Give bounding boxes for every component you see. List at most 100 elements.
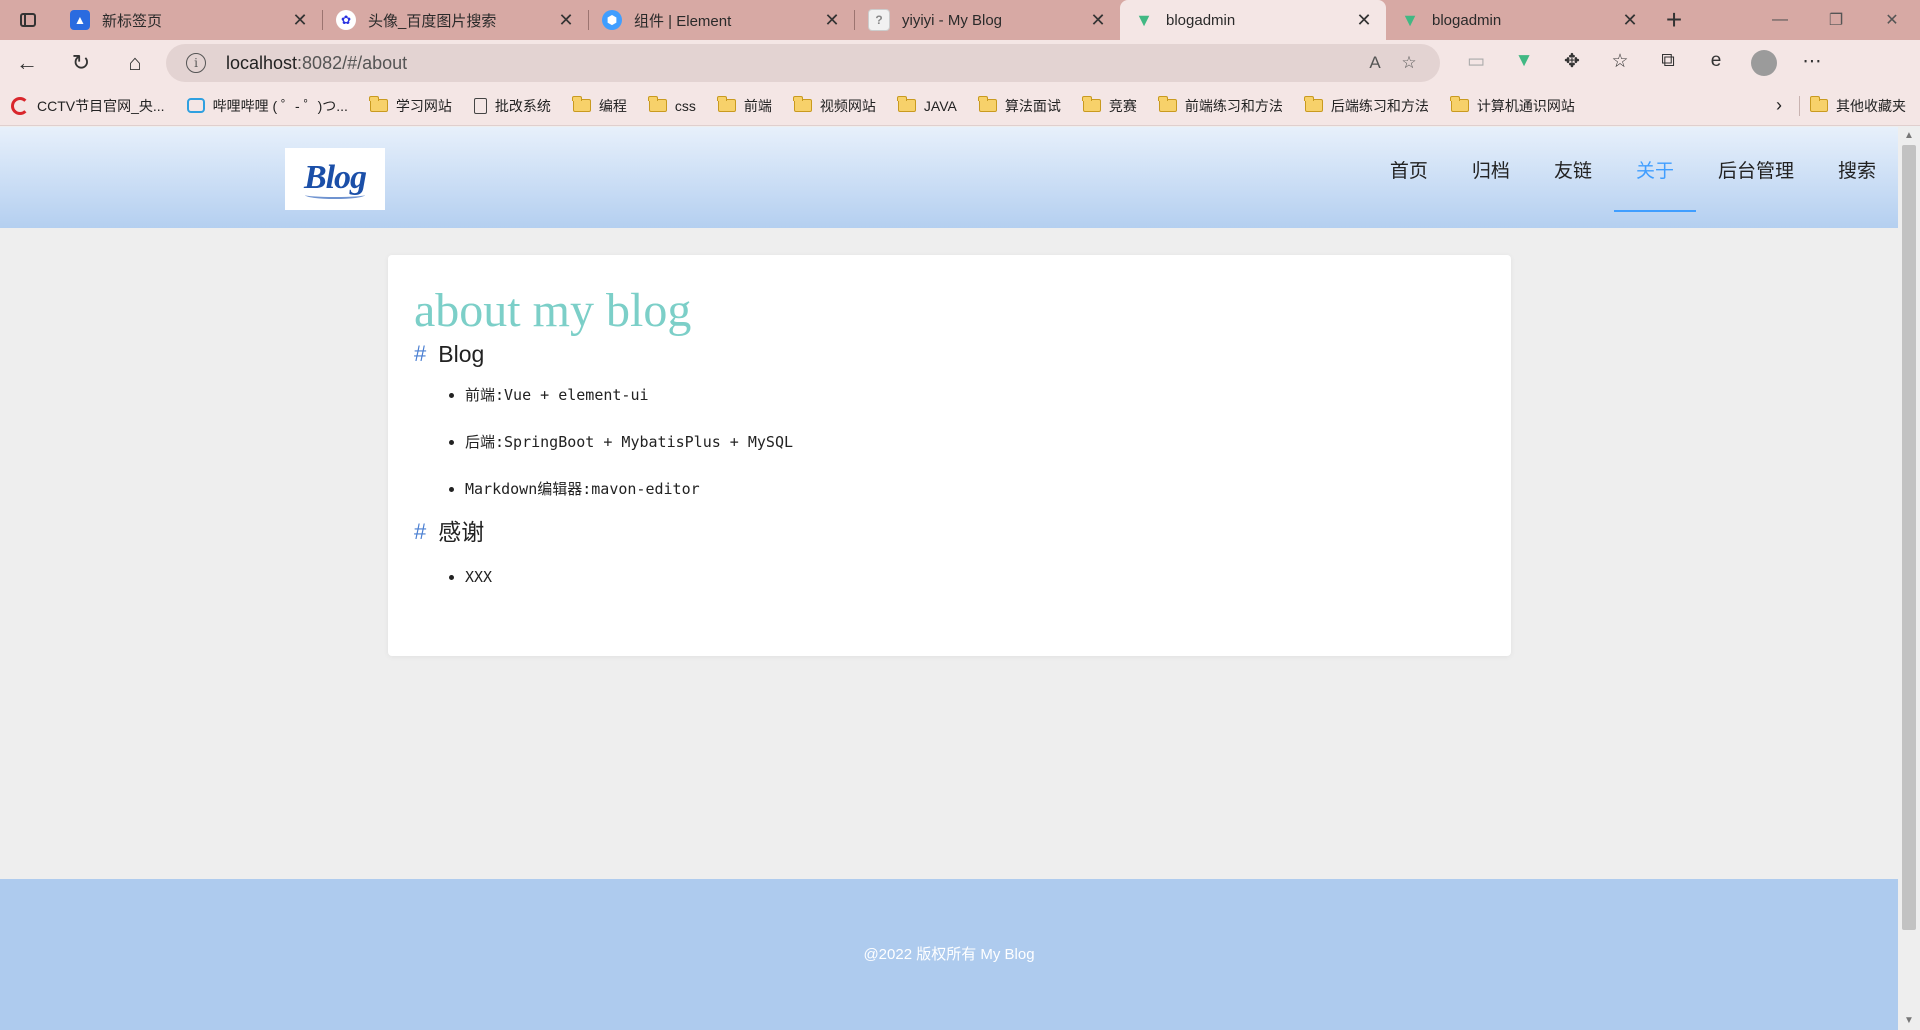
bookmark-folder[interactable]: 算法面试 bbox=[968, 96, 1072, 116]
nav-item-about[interactable]: 关于 bbox=[1613, 119, 1696, 220]
bookmark-item[interactable]: CCTV节目官网_央... bbox=[0, 96, 176, 116]
back-icon[interactable]: ← bbox=[0, 40, 54, 86]
folder-icon bbox=[793, 96, 812, 112]
bookmark-folder[interactable]: 前端练习和方法 bbox=[1148, 96, 1294, 116]
site-nav: 首页 归档 友链 关于 后台管理 搜索 bbox=[1368, 127, 1898, 228]
bookmark-label: css bbox=[674, 97, 696, 114]
read-aloud-icon[interactable]: A bbox=[1358, 53, 1392, 73]
folder-icon bbox=[1809, 96, 1828, 112]
about-card: about my blog # Blog 前端:Vue + element-ui … bbox=[388, 255, 1511, 656]
bookmark-label: JAVA bbox=[923, 97, 957, 114]
list-item: XXX bbox=[465, 567, 1485, 587]
more-icon[interactable]: ⋯ bbox=[1788, 50, 1836, 76]
url-text[interactable]: localhost:8082/#/about bbox=[226, 53, 1358, 74]
close-icon[interactable]: ✕ bbox=[1354, 10, 1374, 31]
bookmark-folder[interactable]: 视频网站 bbox=[783, 96, 887, 116]
page-icon bbox=[473, 97, 487, 114]
url-path: :8082/#/about bbox=[297, 52, 408, 73]
bookmark-label: 计算机通识网站 bbox=[1476, 97, 1575, 114]
bookmark-folder[interactable]: JAVA bbox=[887, 96, 968, 114]
close-icon[interactable]: ✕ bbox=[1088, 10, 1108, 31]
bookmark-folder[interactable]: css bbox=[638, 96, 707, 114]
site-header: Blog 首页 归档 友链 关于 后台管理 搜索 bbox=[0, 127, 1898, 228]
folder-icon bbox=[648, 96, 667, 112]
nav-item-links[interactable]: 友链 bbox=[1532, 119, 1614, 220]
tab[interactable]: ? yiyiyi - My Blog ✕ bbox=[854, 0, 1120, 40]
refresh-icon[interactable]: ↻ bbox=[54, 40, 108, 86]
tab-active[interactable]: ▼ blogadmin ✕ bbox=[1120, 0, 1386, 40]
nav-item-home[interactable]: 首页 bbox=[1368, 119, 1450, 220]
vue-logo-icon: ▼ bbox=[1135, 9, 1153, 30]
tab-title: yiyiyi - My Blog bbox=[902, 11, 1003, 29]
tab[interactable]: ▲ 新标签页 ✕ bbox=[56, 0, 322, 40]
new-tab-page-icon: ▲ bbox=[70, 10, 90, 30]
bookmark-label: 前端练习和方法 bbox=[1184, 97, 1283, 114]
heading-anchor[interactable]: # bbox=[414, 339, 426, 369]
extensions-icon[interactable]: ✥ bbox=[1548, 50, 1596, 76]
profile-avatar[interactable] bbox=[1751, 50, 1777, 76]
list-item: 前端:Vue + element-ui bbox=[465, 385, 1485, 405]
scroll-thumb[interactable] bbox=[1902, 145, 1916, 930]
vertical-scrollbar[interactable]: ▲ ▼ bbox=[1898, 127, 1920, 1030]
bookmark-folder[interactable]: 编程 bbox=[562, 96, 638, 116]
nav-item-archive[interactable]: 归档 bbox=[1450, 119, 1532, 220]
bookmark-label: 视频网站 bbox=[819, 97, 876, 114]
bookmark-label: CCTV节目官网_央... bbox=[37, 97, 165, 114]
bookmark-label: 其他收藏夹 bbox=[1836, 97, 1906, 114]
close-icon[interactable]: ✕ bbox=[1620, 10, 1640, 31]
home-icon[interactable]: ⌂ bbox=[108, 40, 162, 86]
list-item: 后端:SpringBoot + MybatisPlus + MySQL bbox=[465, 432, 1485, 452]
heading-anchor[interactable]: # bbox=[414, 517, 426, 547]
nav-item-search[interactable]: 搜索 bbox=[1816, 119, 1898, 220]
folder-icon bbox=[1082, 96, 1101, 112]
bookmark-label: 前端 bbox=[743, 97, 772, 114]
nav-item-admin[interactable]: 后台管理 bbox=[1696, 119, 1816, 220]
vue-logo-icon: ▼ bbox=[1401, 9, 1419, 30]
bookmark-label: 后端练习和方法 bbox=[1330, 97, 1429, 114]
bookmark-folder[interactable]: 后端练习和方法 bbox=[1294, 96, 1440, 116]
heading-text: 感谢 bbox=[438, 519, 485, 545]
chevron-right-icon[interactable]: › bbox=[1759, 95, 1799, 116]
folder-icon bbox=[369, 96, 388, 112]
bookmark-folder[interactable]: 前端 bbox=[707, 96, 783, 116]
restore-icon[interactable]: ❐ bbox=[1808, 0, 1864, 40]
element-logo-icon: ⬢ bbox=[602, 10, 622, 30]
tab[interactable]: ✿ 头像_百度图片搜索 ✕ bbox=[322, 0, 588, 40]
scroll-down-icon[interactable]: ▼ bbox=[1898, 1012, 1920, 1030]
close-icon[interactable]: ✕ bbox=[290, 10, 310, 31]
bookmark-item[interactable]: 哔哩哔哩 ( ゜- ゜)つ... bbox=[176, 96, 359, 116]
bookmark-label: 编程 bbox=[598, 97, 627, 114]
close-icon[interactable]: ✕ bbox=[556, 10, 576, 31]
vue-devtools-icon[interactable]: ▼ bbox=[1500, 50, 1548, 76]
close-window-icon[interactable]: ✕ bbox=[1864, 0, 1920, 40]
new-tab-button[interactable]: + bbox=[1652, 0, 1696, 40]
minimize-icon[interactable]: — bbox=[1752, 0, 1808, 40]
list-item: Markdown编辑器:mavon-editor bbox=[465, 479, 1485, 499]
info-icon[interactable]: i bbox=[186, 53, 206, 73]
bookmark-folder[interactable]: 学习网站 bbox=[359, 96, 463, 116]
baidu-paw-icon: ✿ bbox=[336, 10, 356, 30]
add-favorite-icon[interactable]: ☆ bbox=[1392, 53, 1426, 73]
browser-toolbar: ← ↻ ⌂ i localhost:8082/#/about A ☆ ▭ ▼ ✥… bbox=[0, 40, 1920, 86]
tab[interactable]: ⬢ 组件 | Element ✕ bbox=[588, 0, 854, 40]
tab-actions-button[interactable] bbox=[0, 0, 56, 40]
bookmark-label: 学习网站 bbox=[395, 97, 452, 114]
bookmark-item[interactable]: 批改系统 bbox=[463, 96, 562, 116]
site-logo[interactable]: Blog bbox=[285, 148, 385, 210]
bookmark-folder[interactable]: 计算机通识网站 bbox=[1440, 96, 1586, 116]
bilibili-icon bbox=[186, 98, 205, 113]
other-bookmarks[interactable]: 其他收藏夹 bbox=[1799, 95, 1920, 116]
bookmark-folder[interactable]: 竞赛 bbox=[1072, 96, 1148, 116]
address-bar[interactable]: i localhost:8082/#/about A ☆ bbox=[166, 44, 1440, 82]
edge-icon[interactable]: e bbox=[1692, 50, 1740, 76]
scroll-up-icon[interactable]: ▲ bbox=[1898, 127, 1920, 145]
collections-icon[interactable]: ⧉ bbox=[1644, 50, 1692, 76]
heading-text: Blog bbox=[438, 341, 485, 367]
folder-icon bbox=[1304, 96, 1323, 112]
screen-icon[interactable]: ▭ bbox=[1452, 50, 1500, 76]
tab-title: 新标签页 bbox=[102, 12, 163, 30]
close-icon[interactable]: ✕ bbox=[822, 10, 842, 31]
favorites-icon[interactable]: ☆ bbox=[1596, 50, 1644, 76]
tab[interactable]: ▼ blogadmin ✕ bbox=[1386, 0, 1652, 40]
tab-title: 组件 | Element bbox=[634, 12, 732, 30]
